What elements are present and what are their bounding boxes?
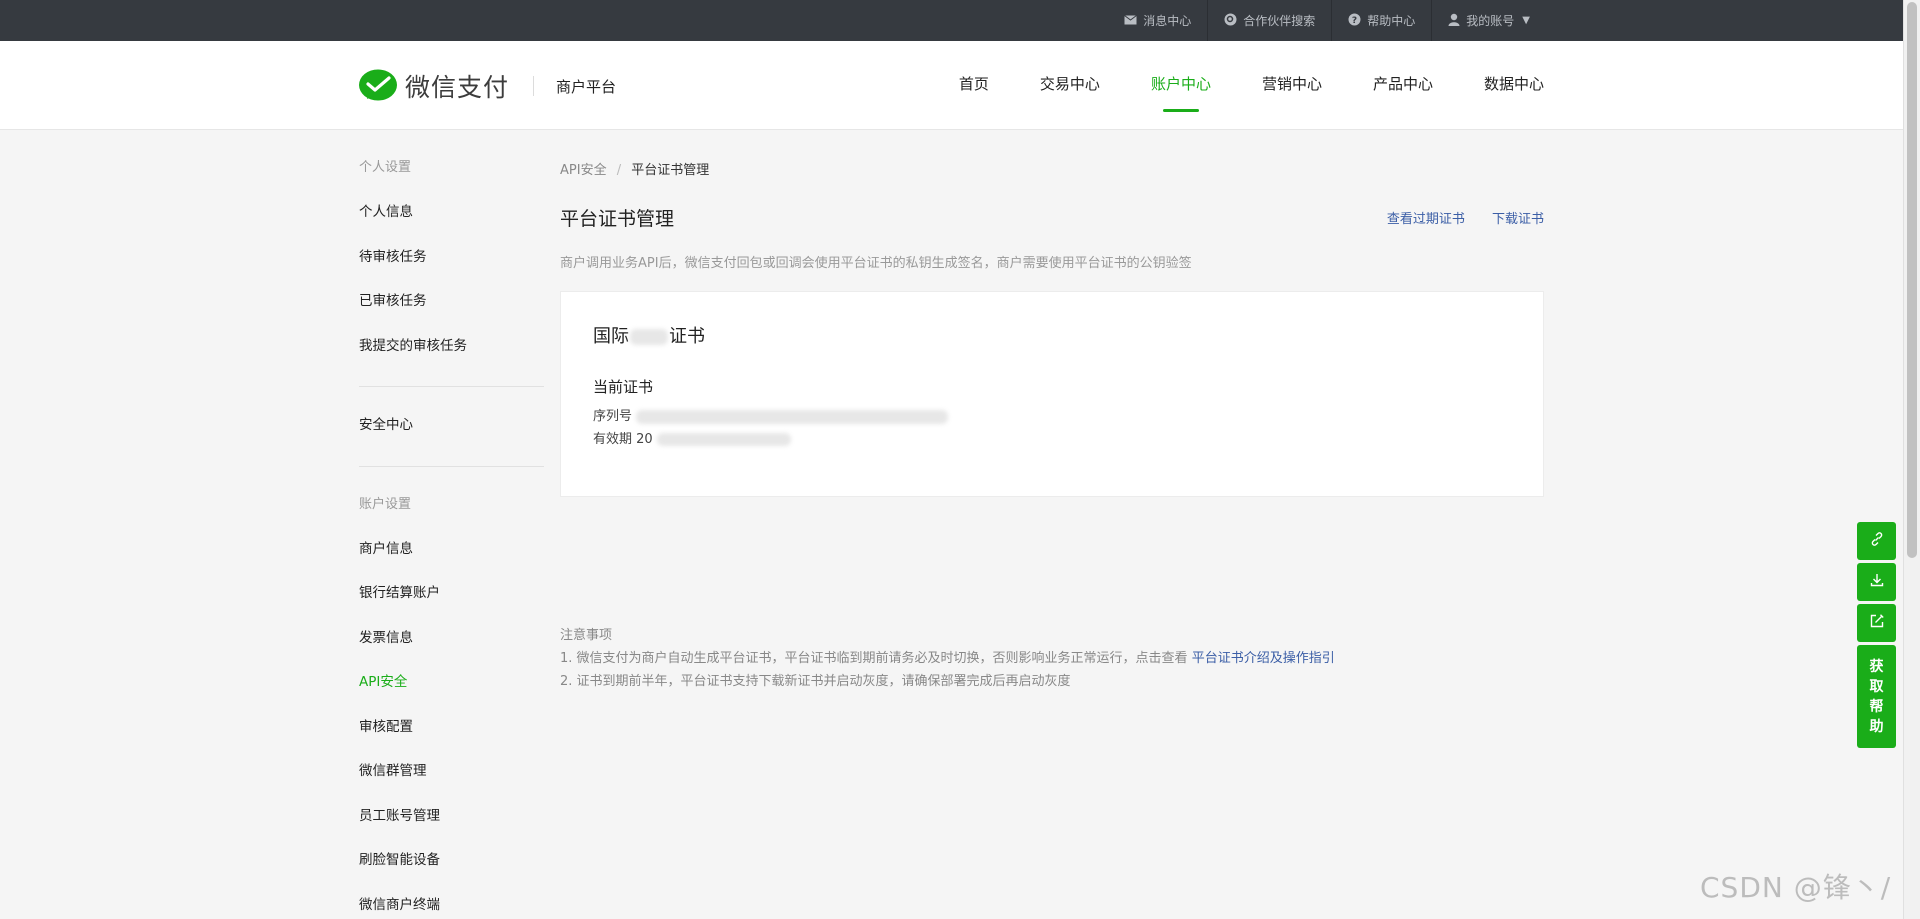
cert-guide-link[interactable]: 平台证书介绍及操作指引 <box>1192 651 1335 666</box>
redacted-serial-number <box>636 409 949 424</box>
platform-name: 商户平台 <box>556 77 617 96</box>
validity-label: 有效期 20 <box>593 432 653 447</box>
help-center-link[interactable]: ? 帮助中心 <box>1331 0 1431 41</box>
nav-product-center[interactable]: 产品中心 <box>1373 41 1433 130</box>
redacted-text <box>630 329 668 345</box>
main-nav: 首页 交易中心 账户中心 营销中心 产品中心 数据中心 <box>908 41 1544 130</box>
download-cert-link[interactable]: 下载证书 <box>1492 212 1544 227</box>
breadcrumb: API安全 / 平台证书管理 <box>560 159 1544 178</box>
watermark: CSDN @锋丶/ <box>1700 871 1892 904</box>
title-actions: 查看过期证书 下载证书 <box>1365 208 1544 227</box>
serial-number-label: 序列号 <box>593 409 633 424</box>
top-bar: 消息中心 合作伙伴搜索 ? 帮助中心 我的账号 ▼ <box>0 0 1903 41</box>
nav-home[interactable]: 首页 <box>959 41 989 130</box>
floating-toolbar: 获 取 帮 助 <box>1857 522 1896 751</box>
page-title: 平台证书管理 <box>560 208 675 230</box>
my-account-menu[interactable]: 我的账号 ▼ <box>1431 0 1546 41</box>
get-help-button[interactable]: 获 取 帮 助 <box>1857 645 1896 748</box>
sidebar-item-personal-info[interactable]: 个人信息 <box>359 190 544 235</box>
certificate-title-prefix: 国际 <box>593 326 629 347</box>
page-scrollbar[interactable] <box>1903 0 1920 919</box>
header: 微信支付 商户平台 首页 交易中心 账户中心 营销中心 产品中心 数据中心 <box>0 41 1903 130</box>
notice-line-1: 1. 微信支付为商户自动生成平台证书，平台证书临到期前请务必及时切换，否则影响业… <box>560 647 1335 670</box>
sidebar-item-merchant-info[interactable]: 商户信息 <box>359 527 544 572</box>
sidebar-item-bank-account[interactable]: 银行结算账户 <box>359 571 544 616</box>
sidebar-item-pending-review[interactable]: 待审核任务 <box>359 235 544 280</box>
validity-row: 有效期 20 <box>593 428 1511 447</box>
chevron-down-icon: ▼ <box>1522 15 1530 26</box>
certificate-card: 国际 证书 当前证书 序列号 有效期 20 <box>560 291 1544 497</box>
download-icon <box>1869 572 1885 592</box>
brand-divider <box>533 76 535 96</box>
feedback-button[interactable] <box>1857 604 1896 642</box>
message-center-label: 消息中心 <box>1143 14 1192 28</box>
nav-data-center[interactable]: 数据中心 <box>1484 41 1544 130</box>
sidebar-item-reviewed[interactable]: 已审核任务 <box>359 279 544 324</box>
top-bar-menu: 消息中心 合作伙伴搜索 ? 帮助中心 我的账号 ▼ <box>1108 0 1546 41</box>
help-icon: ? <box>1348 13 1361 29</box>
notice-line-2: 2. 证书到期前半年，平台证书支持下载新证书并启动灰度，请确保部署完成后再启动灰… <box>560 674 1071 689</box>
message-center-link[interactable]: 消息中心 <box>1108 0 1207 41</box>
nav-marketing-center[interactable]: 营销中心 <box>1262 41 1322 130</box>
sidebar-item-review-config[interactable]: 审核配置 <box>359 705 544 750</box>
edit-icon <box>1869 613 1885 633</box>
brand-name: 微信支付 <box>405 73 510 102</box>
download-button[interactable] <box>1857 563 1896 601</box>
nav-trade-center[interactable]: 交易中心 <box>1040 41 1100 130</box>
sidebar-divider <box>359 386 544 387</box>
user-icon <box>1448 13 1460 29</box>
current-cert-heading: 当前证书 <box>593 378 654 396</box>
get-help-char: 助 <box>1869 718 1884 735</box>
sidebar-item-wechat-group[interactable]: 微信群管理 <box>359 749 544 794</box>
help-center-label: 帮助中心 <box>1367 14 1416 28</box>
serial-number-row: 序列号 <box>593 405 1511 424</box>
sidebar-item-security-center[interactable]: 安全中心 <box>359 403 544 448</box>
partner-search-label: 合作伙伴搜索 <box>1243 14 1316 28</box>
sidebar-item-staff-accounts[interactable]: 员工账号管理 <box>359 794 544 839</box>
link-button[interactable] <box>1857 522 1896 560</box>
sidebar-item-merchant-terminal[interactable]: 微信商户终端 <box>359 883 544 919</box>
get-help-char: 获 <box>1869 658 1884 675</box>
mail-icon <box>1124 14 1138 28</box>
scrollbar-thumb[interactable] <box>1907 2 1917 558</box>
brand-logo[interactable]: 微信支付 商户平台 <box>359 68 616 104</box>
page-description: 商户调用业务API后，微信支付回包或回调会使用平台证书的私钥生成签名，商户需要使… <box>560 256 1192 271</box>
breadcrumb-current: 平台证书管理 <box>631 163 710 178</box>
breadcrumb-parent[interactable]: API安全 <box>560 163 607 178</box>
breadcrumb-separator: / <box>616 163 622 178</box>
my-account-label: 我的账号 <box>1466 14 1515 28</box>
notice-section: 注意事项 1. 微信支付为商户自动生成平台证书，平台证书临到期前请务必及时切换，… <box>560 624 1335 693</box>
main-content: API安全 / 平台证书管理 平台证书管理 查看过期证书 下载证书 商户调用业务… <box>560 130 1544 497</box>
sidebar-item-api-security[interactable]: API安全 <box>359 660 544 705</box>
sidebar-group-personal: 个人设置 <box>359 160 412 175</box>
certificate-card-title: 国际 证书 <box>593 322 705 348</box>
redacted-validity <box>656 433 791 446</box>
sidebar-group-account: 账户设置 <box>359 496 412 512</box>
svg-text:?: ? <box>1352 16 1357 26</box>
sidebar-item-invoice[interactable]: 发票信息 <box>359 616 544 661</box>
sidebar-divider <box>359 465 544 467</box>
link-icon <box>1869 531 1885 551</box>
get-help-char: 取 <box>1869 678 1884 695</box>
view-expired-certs-link[interactable]: 查看过期证书 <box>1387 212 1465 227</box>
certificate-title-suffix: 证书 <box>669 326 705 347</box>
title-row: 平台证书管理 查看过期证书 下载证书 <box>560 204 1544 231</box>
notice-heading: 注意事项 <box>560 628 613 643</box>
nav-account-center[interactable]: 账户中心 <box>1151 41 1211 130</box>
sidebar-item-my-submitted[interactable]: 我提交的审核任务 <box>359 324 544 369</box>
search-partner-icon <box>1224 13 1237 29</box>
partner-search-link[interactable]: 合作伙伴搜索 <box>1207 0 1331 41</box>
notice-line-1-text: 1. 微信支付为商户自动生成平台证书，平台证书临到期前请务必及时切换，否则影响业… <box>560 651 1188 666</box>
sidebar: 个人设置 个人信息 待审核任务 已审核任务 我提交的审核任务 安全中心 账户设置… <box>359 130 544 919</box>
sidebar-item-face-devices[interactable]: 刷脸智能设备 <box>359 838 544 883</box>
get-help-char: 帮 <box>1869 698 1884 715</box>
wechat-pay-logo-icon <box>359 69 399 103</box>
